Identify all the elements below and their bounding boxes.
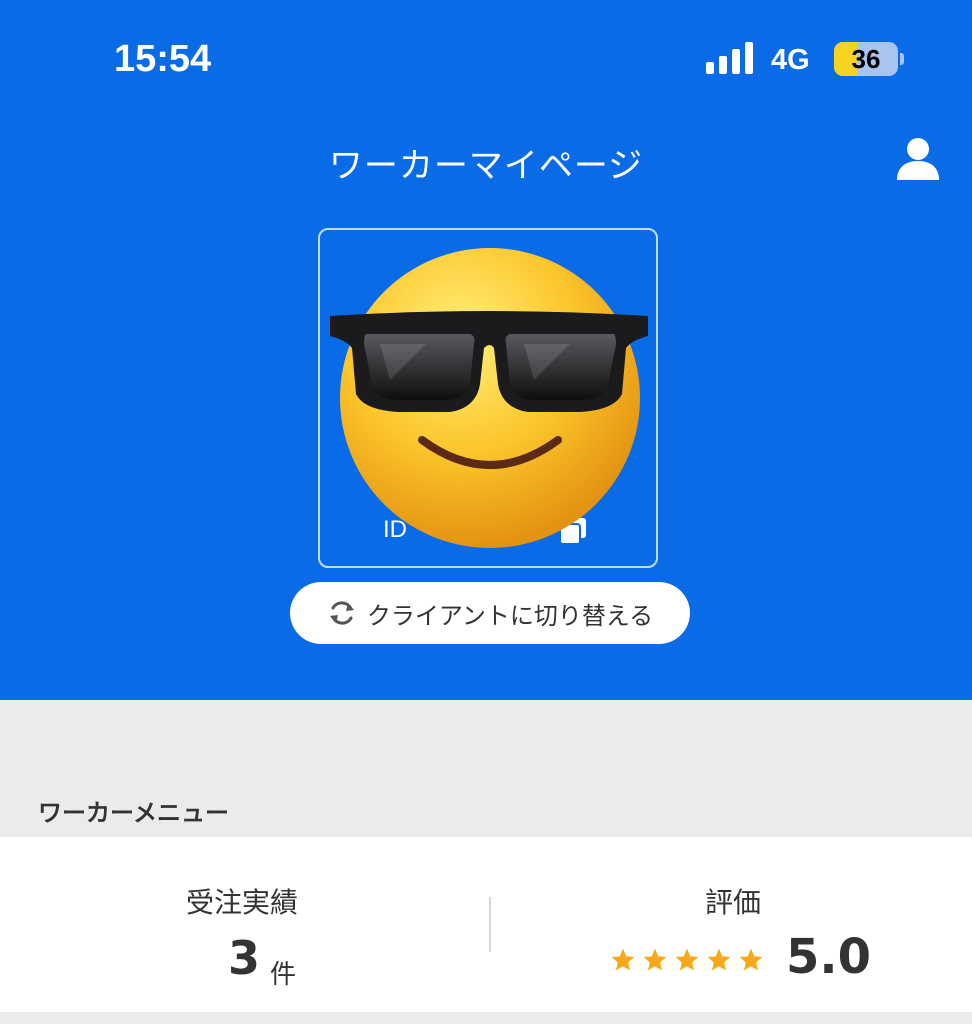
header: 15:54 4G 36 ワーカーマイページ ID クライアントに切り替える — [0, 0, 972, 700]
cellular-signal-icon — [706, 42, 753, 74]
rating-label: 評価 — [705, 886, 762, 919]
refresh-icon — [329, 601, 354, 625]
stats-divider — [489, 897, 491, 952]
switch-to-client-button[interactable]: クライアントに切り替える — [290, 582, 690, 644]
star-icon — [675, 948, 699, 971]
star-icon — [643, 948, 667, 971]
battery-icon: 36 — [834, 42, 898, 76]
sunglasses-emoji-avatar — [330, 248, 648, 548]
person-icon[interactable] — [895, 136, 941, 182]
page-title: ワーカーマイページ — [328, 146, 644, 186]
status-time: 15:54 — [114, 38, 212, 80]
orders-count: 3 — [228, 931, 261, 985]
battery-level: 36 — [851, 43, 881, 74]
worker-menu-title: ワーカーメニュー — [38, 799, 230, 827]
rating-value: 5.0 — [786, 929, 872, 985]
battery-tip — [900, 53, 904, 65]
rating-stars — [610, 947, 764, 973]
star-icon — [739, 948, 763, 971]
network-type: 4G — [771, 44, 810, 76]
stats-panel: 受注実績 3 件 評価 5.0 — [0, 837, 972, 1012]
orders-label: 受注実績 — [186, 886, 299, 919]
switch-button-label: クライアントに切り替える — [366, 601, 654, 630]
star-icon — [611, 948, 635, 971]
orders-unit: 件 — [270, 960, 297, 990]
star-icon — [707, 948, 731, 971]
